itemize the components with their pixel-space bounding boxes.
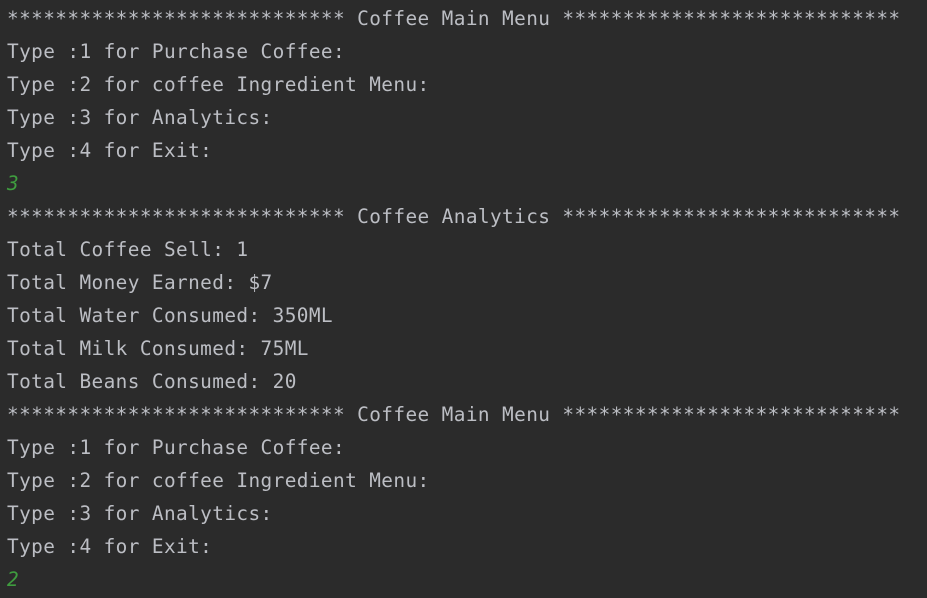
main-menu-header: **************************** Coffee Main… [7, 7, 901, 30]
menu-option-analytics: Type :3 for Analytics: [7, 106, 273, 129]
user-input-entry[interactable]: 3 [7, 167, 927, 200]
user-input-entry[interactable]: 2 [7, 563, 927, 596]
menu-option-exit: Type :4 for Exit: [7, 139, 213, 162]
main-menu-header: **************************** Coffee Main… [7, 403, 901, 426]
menu-option-purchase: Type :1 for Purchase Coffee: [7, 436, 346, 459]
menu-option-ingredient: Type :2 for coffee Ingredient Menu: [7, 469, 430, 492]
console-output[interactable]: **************************** Coffee Main… [0, 0, 927, 598]
analytics-money-earned: Total Money Earned: $7 [7, 271, 273, 294]
menu-option-ingredient: Type :2 for coffee Ingredient Menu: [7, 73, 430, 96]
analytics-milk-consumed: Total Milk Consumed: 75ML [7, 337, 309, 360]
menu-option-exit: Type :4 for Exit: [7, 535, 213, 558]
menu-option-purchase: Type :1 for Purchase Coffee: [7, 40, 346, 63]
analytics-beans-consumed: Total Beans Consumed: 20 [7, 370, 297, 393]
analytics-water-consumed: Total Water Consumed: 350ML [7, 304, 334, 327]
analytics-coffee-sell: Total Coffee Sell: 1 [7, 238, 249, 261]
analytics-header: **************************** Coffee Anal… [7, 205, 901, 228]
menu-option-analytics: Type :3 for Analytics: [7, 502, 273, 525]
